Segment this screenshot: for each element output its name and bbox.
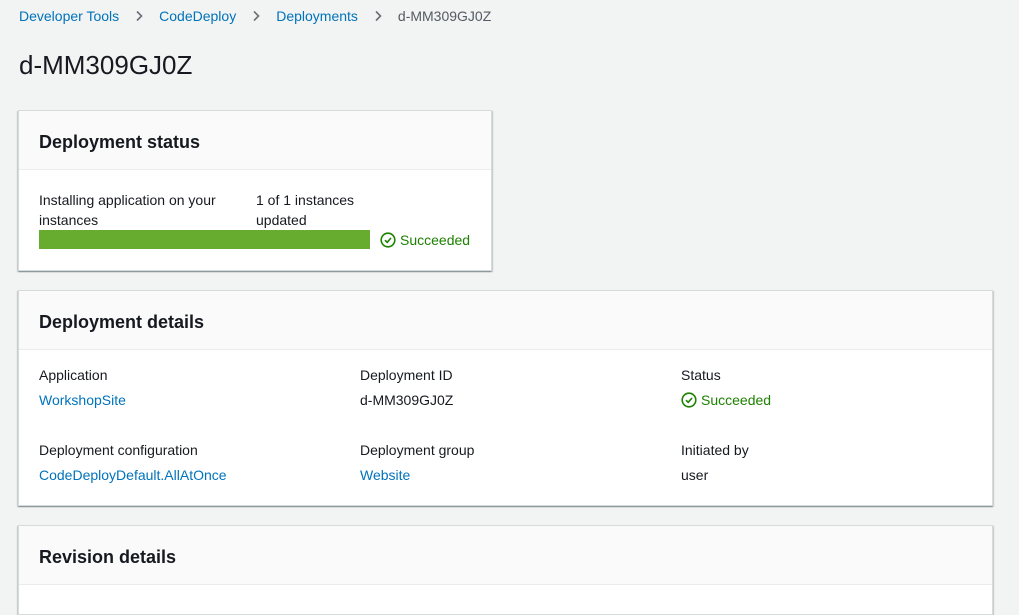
chevron-right-icon (133, 10, 145, 22)
breadcrumb-current: d-MM309GJ0Z (397, 8, 492, 24)
deployment-configuration-label: Deployment configuration (39, 442, 198, 458)
deployment-status-title: Deployment status (39, 132, 201, 152)
deployment-status-body: Installing application on your instances… (19, 170, 491, 270)
deployment-details-grid: Application WorkshopSite Deployment ID d… (19, 350, 992, 505)
breadcrumb: Developer Tools CodeDeploy Deployments d… (19, 6, 491, 26)
progress-bar-fill (39, 230, 370, 249)
revision-details-title: Revision details (39, 547, 177, 567)
deployment-id-value: d-MM309GJ0Z (360, 392, 454, 408)
chevron-right-icon (372, 10, 384, 22)
deployment-details-title: Deployment details (39, 312, 205, 332)
status-label: Status (681, 367, 721, 383)
progress-bar (39, 230, 370, 249)
application-field: Application WorkshopSite (39, 365, 329, 410)
check-circle-icon (380, 232, 396, 248)
status-step-label: Installing application on your instances (39, 192, 216, 228)
status-field: Status Succeeded (681, 365, 971, 410)
deployment-group-field: Deployment group Website (360, 440, 650, 485)
deployment-id-field: Deployment ID d-MM309GJ0Z (360, 365, 650, 410)
status-value-label: Succeeded (701, 392, 772, 408)
deployment-details-header: Deployment details (19, 291, 992, 350)
page-title: d-MM309GJ0Z (19, 50, 193, 80)
revision-details-panel: Revision details (18, 525, 993, 615)
check-circle-icon (681, 392, 697, 408)
initiated-by-value: user (681, 467, 709, 483)
deployment-details-panel: Deployment details Application WorkshopS… (18, 290, 993, 506)
chevron-right-icon (250, 10, 262, 22)
breadcrumb-developer-tools[interactable]: Developer Tools (19, 6, 119, 26)
revision-details-header: Revision details (19, 526, 992, 585)
status-result: Succeeded (380, 230, 470, 250)
breadcrumb-codedeploy[interactable]: CodeDeploy (159, 6, 236, 26)
deployment-configuration-link[interactable]: CodeDeployDefault.AllAtOnce (39, 465, 329, 485)
instances-updated-text: 1 of 1 instances updated (256, 192, 355, 228)
deployment-id-label: Deployment ID (360, 367, 453, 383)
deployment-group-label: Deployment group (360, 442, 475, 458)
application-label: Application (39, 367, 108, 383)
deployment-configuration-field: Deployment configuration CodeDeployDefau… (39, 440, 329, 485)
initiated-by-label: Initiated by (681, 442, 749, 458)
breadcrumb-deployments[interactable]: Deployments (276, 6, 358, 26)
deployment-group-link[interactable]: Website (360, 465, 650, 485)
status-value: Succeeded (681, 390, 971, 410)
initiated-by-field: Initiated by user (681, 440, 971, 485)
deployment-status-panel: Deployment status Installing application… (18, 110, 492, 271)
deployment-status-header: Deployment status (19, 111, 491, 170)
application-link[interactable]: WorkshopSite (39, 390, 329, 410)
status-result-label: Succeeded (400, 232, 471, 248)
